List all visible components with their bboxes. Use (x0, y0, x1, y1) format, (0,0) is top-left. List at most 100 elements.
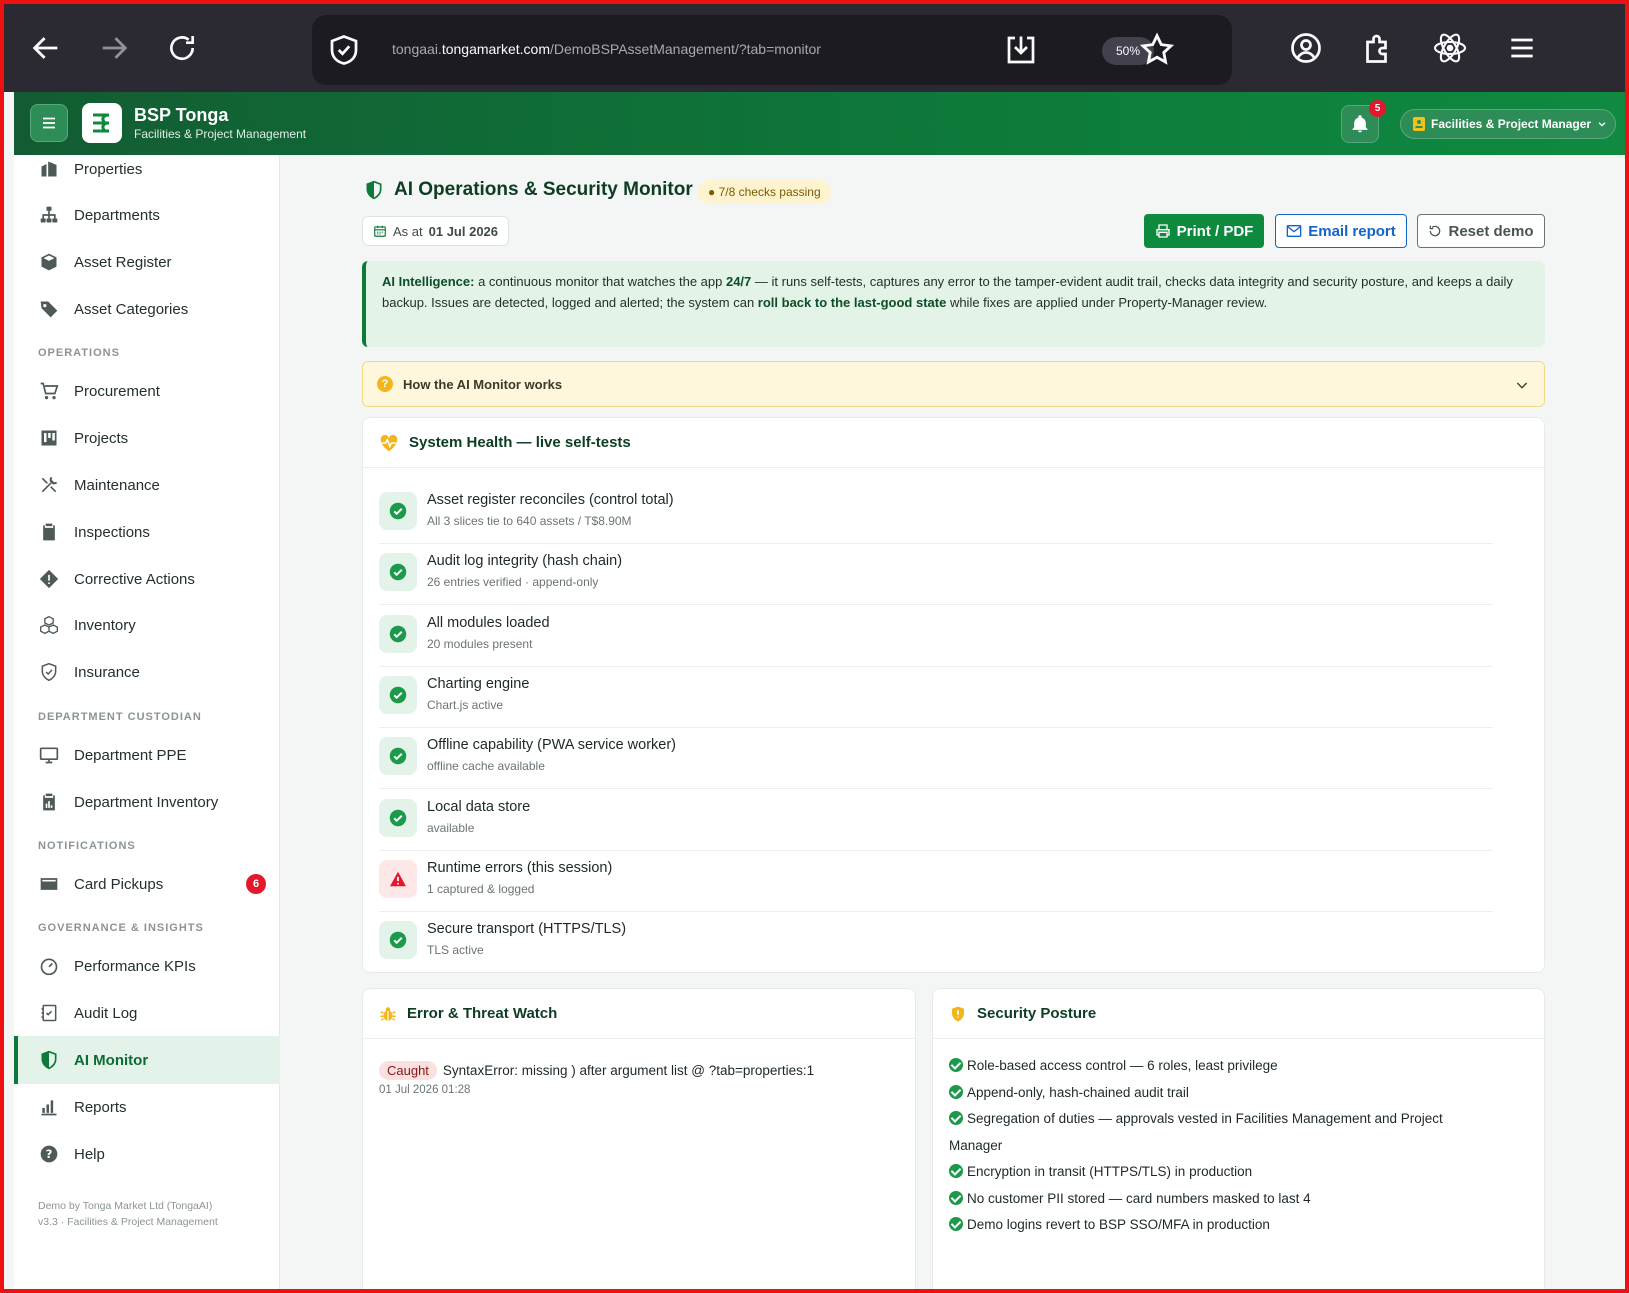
sidebar-item-help[interactable]: ? Help (14, 1130, 280, 1178)
address-bar[interactable]: tongaai.tongamarket.com/DemoBSPAssetMana… (312, 15, 1232, 85)
download-icon[interactable] (1002, 32, 1040, 73)
notification-count-badge: 5 (1369, 100, 1386, 117)
bookmark-star-icon[interactable] (1138, 31, 1176, 74)
sidebar-toggle-button[interactable] (30, 104, 68, 142)
account-icon[interactable] (1284, 26, 1328, 70)
chevron-down-icon (1516, 382, 1528, 389)
section-governance: GOVERNANCE & INSIGHTS (38, 922, 204, 934)
org-chart-icon (38, 204, 60, 226)
sidebar-item-properties[interactable]: Properties (14, 145, 280, 193)
sidebar-item-audit-log[interactable]: Audit Log (14, 989, 280, 1037)
building-icon (38, 158, 60, 180)
sidebar-item-insurance[interactable]: Insurance (14, 648, 280, 696)
sidebar-item-departments[interactable]: Departments (14, 191, 280, 239)
check-detail: 1 captured & logged (427, 881, 535, 896)
sidebar-item-label: Properties (74, 160, 143, 178)
reload-icon[interactable] (160, 26, 204, 70)
bug-icon (380, 1006, 396, 1021)
sidebar-item-label: Maintenance (74, 476, 160, 494)
sidebar-item-projects[interactable]: Projects (14, 414, 280, 462)
security-item-text: Segregation of duties — approvals vested… (949, 1111, 1443, 1153)
clipboard-data-icon (38, 791, 60, 813)
health-check-row: Runtime errors (this session) 1 captured … (379, 850, 1493, 912)
sidebar-item-reports[interactable]: Reports (14, 1083, 280, 1131)
brand-logo (82, 103, 122, 143)
check-detail: Chart.js active (427, 697, 504, 712)
sidebar-item-corrective-actions[interactable]: Corrective Actions (14, 555, 280, 603)
reset-demo-button[interactable]: Reset demo (1417, 214, 1545, 248)
diamond-alert-icon (38, 568, 60, 590)
check-title: Local data store (427, 798, 531, 815)
threat-time: 01 Jul 2026 01:28 (379, 1084, 471, 1096)
chevron-down-icon (1598, 122, 1606, 127)
check-circle-icon (949, 1084, 963, 1099)
as-at-label: As at (393, 223, 423, 239)
heart-pulse-icon (380, 434, 398, 451)
check-title: All modules loaded (427, 614, 550, 631)
check-circle-icon (949, 1058, 963, 1072)
sidebar-item-label: Departments (74, 206, 160, 224)
check-detail: TLS active (427, 943, 484, 958)
security-item: Segregation of duties — approvals vested… (949, 1106, 1489, 1159)
sidebar-item-card-pickups[interactable]: Card Pickups (14, 860, 280, 908)
check-title: Secure transport (HTTPS/TLS) (427, 921, 627, 938)
how-it-works-label: How the AI Monitor works (403, 376, 563, 392)
extensions-icon[interactable] (1356, 26, 1400, 70)
sidebar-item-inspections[interactable]: Inspections (14, 508, 280, 556)
sidebar-item-label: Procurement (74, 382, 160, 400)
check-circle-icon (949, 1111, 963, 1125)
security-item: Demo logins revert to BSP SSO/MFA in pro… (949, 1212, 1489, 1239)
id-badge-icon (1413, 117, 1425, 131)
back-icon[interactable] (24, 26, 68, 70)
health-check-row: Local data store available (379, 789, 1493, 851)
sidebar-item-asset-categories[interactable]: Asset Categories (14, 285, 280, 333)
reset-demo-label: Reset demo (1448, 222, 1534, 240)
email-report-button[interactable]: Email report (1275, 214, 1407, 248)
sidebar-item-inventory[interactable]: Inventory (14, 601, 280, 649)
bell-icon (1352, 115, 1368, 133)
url-text[interactable]: tongaai.tongamarket.com/DemoBSPAssetMana… (392, 41, 821, 57)
card-header: Error & Threat Watch (363, 989, 915, 1039)
role-selector[interactable]: Facilities & Project Manager (1400, 109, 1616, 139)
sidebar-item-department-ppe[interactable]: Department PPE (14, 731, 280, 779)
svg-text:?: ? (46, 1147, 53, 1161)
sidebar-item-label: AI Monitor (74, 1051, 149, 1069)
shield-icon[interactable] (326, 32, 362, 73)
security-item-text: Demo logins revert to BSP SSO/MFA in pro… (967, 1217, 1270, 1232)
shield-half-icon (366, 180, 382, 200)
sidebar-item-label: Asset Categories (74, 300, 189, 318)
check-circle-icon (379, 798, 417, 837)
how-it-works-accordion[interactable]: ? How the AI Monitor works (362, 361, 1545, 407)
sidebar-item-label: Asset Register (74, 253, 172, 271)
card-header: System Health — live self-tests (363, 418, 1544, 468)
caught-badge: Caught (379, 1061, 437, 1080)
ai-note-bold: 24/7 (725, 274, 752, 289)
brand-subtitle: Facilities & Project Management (134, 127, 307, 141)
card-icon (38, 873, 60, 895)
security-posture-card: Security Posture Role-based access contr… (932, 988, 1545, 1289)
sidebar-item-procurement[interactable]: Procurement (14, 367, 280, 415)
check-circle-icon (379, 737, 417, 776)
security-item-text: Encryption in transit (HTTPS/TLS) in pro… (967, 1164, 1253, 1179)
check-circle-icon (379, 492, 417, 530)
sidebar-item-ai-monitor[interactable]: AI Monitor (14, 1036, 280, 1084)
sidebar-item-maintenance[interactable]: Maintenance (14, 461, 280, 509)
check-detail: available (427, 820, 475, 835)
forward-icon[interactable] (92, 26, 136, 70)
sidebar-item-performance-kpis[interactable]: Performance KPIs (14, 942, 280, 990)
sidebar-item-department-inventory[interactable]: Department Inventory (14, 778, 280, 826)
envelope-icon (1286, 225, 1302, 237)
box-icon (38, 251, 60, 273)
print-pdf-button[interactable]: Print / PDF (1144, 214, 1264, 248)
browser-toolbar: tongaai.tongamarket.com/DemoBSPAssetMana… (4, 4, 1625, 92)
security-item-text: Role-based access control — 6 roles, lea… (967, 1058, 1278, 1073)
health-check-row: Secure transport (HTTPS/TLS) TLS active (379, 911, 1493, 973)
sidebar-item-label: Department PPE (74, 746, 187, 764)
react-devtools-icon[interactable] (1428, 26, 1472, 70)
sidebar-item-asset-register[interactable]: Asset Register (14, 238, 280, 286)
section-operations: OPERATIONS (38, 347, 120, 359)
reset-icon (1430, 225, 1441, 237)
check-title: Asset register reconciles (control total… (427, 492, 674, 508)
browser-menu-icon[interactable] (1500, 26, 1544, 70)
sidebar-item-label: Inspections (74, 523, 150, 541)
